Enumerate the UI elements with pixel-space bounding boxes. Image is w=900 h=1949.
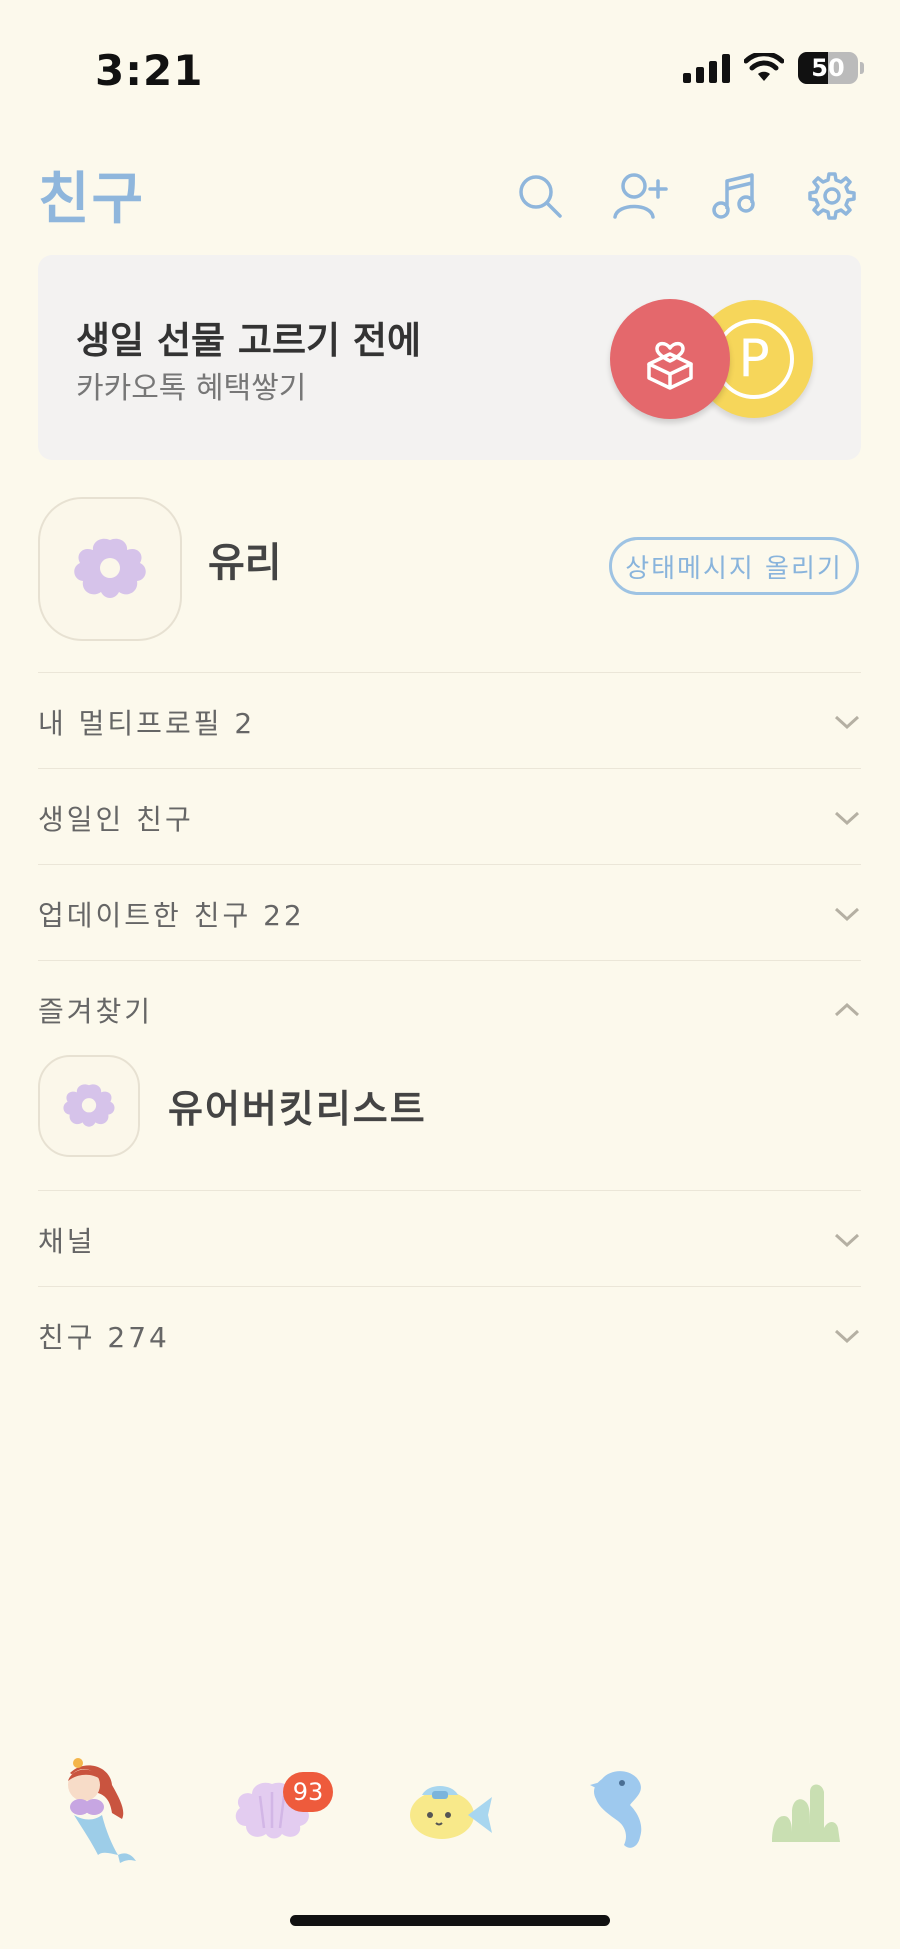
chevron-down-icon <box>833 708 861 736</box>
view-tab[interactable] <box>390 1750 510 1870</box>
favorite-friend-name[interactable]: 유어버킷리스트 <box>168 1078 427 1133</box>
status-message-button[interactable]: 상태메시지 올리기 <box>609 537 859 595</box>
cellular-signal-icon <box>683 53 730 83</box>
chevron-down-icon <box>833 1322 861 1350</box>
section-multi-profile[interactable]: 내 멀티프로필 2 <box>38 674 861 770</box>
more-tab[interactable] <box>744 1750 864 1870</box>
seaweed-icon <box>772 1784 840 1842</box>
shell-avatar-icon <box>63 1084 115 1127</box>
divider <box>38 768 861 769</box>
home-indicator <box>290 1915 610 1926</box>
status-time: 3:21 <box>95 46 204 95</box>
divider <box>38 864 861 865</box>
section-label: 즐겨찾기 <box>38 995 154 1028</box>
divider <box>38 672 861 673</box>
my-profile-avatar[interactable] <box>38 497 182 641</box>
friends-tab[interactable] <box>30 1750 150 1870</box>
section-label: 친구 274 <box>38 1321 170 1354</box>
fish-icon <box>410 1786 492 1839</box>
divider <box>38 1286 861 1287</box>
section-channels[interactable]: 채널 <box>38 1192 861 1288</box>
battery-icon: 50 <box>798 52 858 84</box>
section-label: 업데이트한 친구 22 <box>38 899 305 932</box>
section-updated-friends[interactable]: 업데이트한 친구 22 <box>38 866 861 962</box>
section-label: 생일인 친구 <box>38 803 194 836</box>
chat-unread-badge: 93 <box>283 1772 333 1812</box>
favorite-friend-avatar[interactable] <box>38 1055 140 1157</box>
seahorse-icon <box>590 1771 642 1848</box>
chevron-up-icon <box>833 996 861 1024</box>
battery-level: 50 <box>811 54 845 82</box>
settings-icon[interactable] <box>804 168 860 224</box>
search-icon[interactable] <box>512 168 568 224</box>
section-label: 채널 <box>38 1225 96 1258</box>
mermaid-icon <box>68 1758 136 1863</box>
divider <box>38 960 861 961</box>
music-icon[interactable] <box>707 168 763 224</box>
shell-avatar-icon <box>74 538 146 598</box>
section-favorites[interactable]: 즐겨찾기 <box>38 962 861 1058</box>
banner-subtitle: 카카오톡 혜택쌓기 <box>76 371 307 406</box>
add-friend-icon[interactable] <box>612 168 668 224</box>
chevron-down-icon <box>833 900 861 928</box>
status-icons: 50 <box>683 52 864 84</box>
my-profile-name[interactable]: 유리 <box>208 530 282 588</box>
page-title: 친구 <box>38 167 146 232</box>
wifi-icon <box>744 53 784 81</box>
gift-box-icon <box>610 299 730 419</box>
chevron-down-icon <box>833 804 861 832</box>
chevron-down-icon <box>833 1226 861 1254</box>
banner-title: 생일 선물 고르기 전에 <box>76 319 422 362</box>
section-friends[interactable]: 친구 274 <box>38 1288 861 1384</box>
battery-cap <box>860 62 864 74</box>
section-label: 내 멀티프로필 2 <box>38 707 256 740</box>
divider <box>38 1190 861 1191</box>
shopping-tab[interactable] <box>562 1750 682 1870</box>
section-birthday-friends[interactable]: 생일인 친구 <box>38 770 861 866</box>
